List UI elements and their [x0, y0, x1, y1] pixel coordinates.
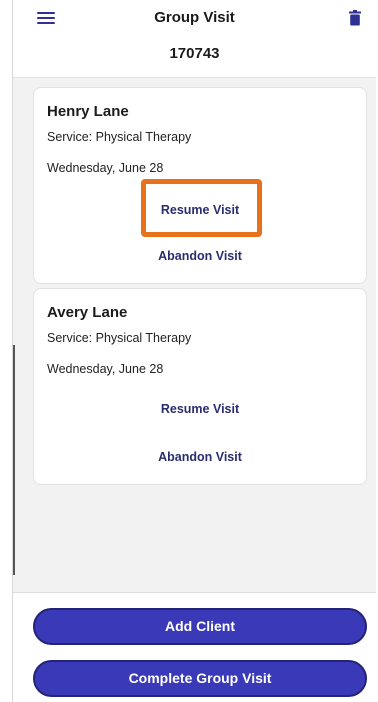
page-title: Group Visit [154, 9, 235, 26]
add-client-button[interactable]: Add Client [33, 608, 367, 645]
visit-date: Wednesday, June 28 [47, 362, 164, 376]
abandon-visit-button[interactable]: Abandon Visit [34, 249, 366, 263]
client-name: Avery Lane [47, 304, 128, 321]
client-name: Henry Lane [47, 103, 129, 120]
edge-divider [13, 345, 15, 575]
visit-date: Wednesday, June 28 [47, 161, 164, 175]
app-screen: Group Visit 170743 Henry Lane Service: P… [12, 0, 376, 702]
trash-icon[interactable] [348, 10, 362, 26]
resume-visit-button[interactable]: Resume Visit [34, 402, 366, 416]
footer-actions: Add Client Complete Group Visit [13, 592, 376, 702]
service-label: Service: Physical Therapy [47, 130, 192, 144]
client-card: Henry Lane Service: Physical Therapy Wed… [33, 87, 367, 284]
service-label: Service: Physical Therapy [47, 331, 192, 345]
resume-visit-button[interactable]: Resume Visit [34, 203, 366, 217]
header-bar: Group Visit 170743 [13, 0, 376, 78]
visit-id: 170743 [169, 45, 220, 62]
client-card: Avery Lane Service: Physical Therapy Wed… [33, 288, 367, 485]
abandon-visit-button[interactable]: Abandon Visit [34, 450, 366, 464]
complete-group-visit-button[interactable]: Complete Group Visit [33, 660, 367, 697]
